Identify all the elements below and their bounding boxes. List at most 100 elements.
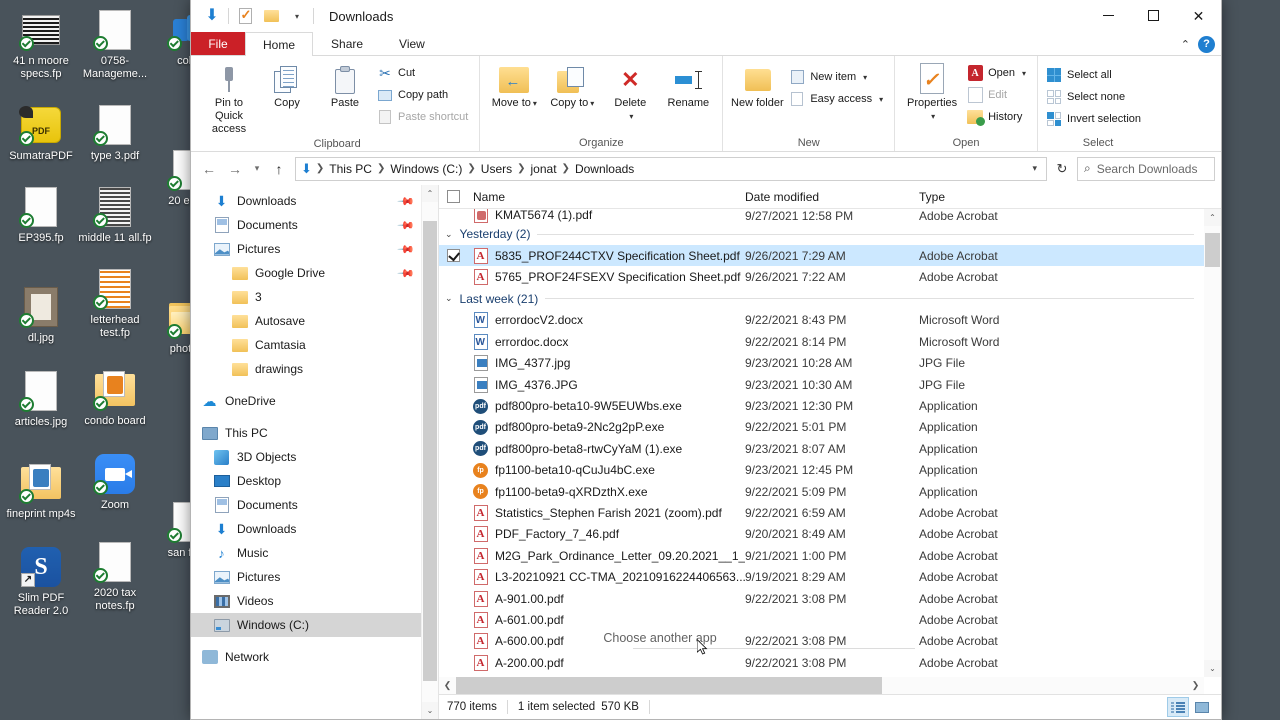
new-folder-button[interactable]: New folder: [729, 60, 785, 110]
search-input[interactable]: ⌕ Search Downloads: [1077, 157, 1215, 181]
breadcrumb-this-pc[interactable]: This PC: [326, 162, 375, 176]
desktop-icon[interactable]: fineprint mp4s: [4, 461, 78, 521]
file-list-scrollbar[interactable]: ⌃ ⌄: [1204, 209, 1221, 677]
sidebar-item-this-pc[interactable]: This PC: [191, 421, 421, 445]
column-header-date[interactable]: Date modified: [745, 190, 919, 204]
chevron-down-icon[interactable]: ⌄: [445, 229, 453, 240]
desktop-icon[interactable]: letterhead test.fp: [78, 267, 152, 340]
sidebar-item-3d-objects[interactable]: 3D Objects: [191, 445, 421, 469]
pin-to-quick-access-button[interactable]: Pin to Quick access: [201, 60, 257, 136]
new-folder-icon[interactable]: [258, 3, 284, 29]
table-row[interactable]: A-200.00.pdf 9/22/2021 3:08 PM Adobe Acr…: [439, 652, 1204, 673]
sidebar-item-videos[interactable]: Videos: [191, 589, 421, 613]
sidebar-item-windows-c[interactable]: Windows (C:): [191, 613, 421, 637]
select-all-button[interactable]: Select all: [1044, 64, 1146, 86]
table-row[interactable]: fp fp1100-beta10-qCuJu4bC.exe 9/23/2021 …: [439, 460, 1204, 481]
select-none-button[interactable]: Select none: [1044, 86, 1146, 108]
table-row[interactable]: pdf pdf800pro-beta10-9W5EUWbs.exe 9/23/2…: [439, 395, 1204, 416]
sidebar-item-documents[interactable]: Documents 📌: [191, 213, 421, 237]
table-row[interactable]: errordocV2.docx 9/22/2021 8:43 PM Micros…: [439, 310, 1204, 331]
breadcrumb-windows-c[interactable]: Windows (C:): [387, 162, 465, 176]
sidebar-item-drawings[interactable]: drawings: [191, 357, 421, 381]
sidebar-item-downloads-pc[interactable]: ⬇ Downloads: [191, 517, 421, 541]
column-header-type[interactable]: Type: [919, 190, 1221, 204]
scrollbar-thumb[interactable]: [456, 677, 882, 694]
sidebar-item-downloads[interactable]: ⬇ Downloads 📌: [191, 189, 421, 213]
tab-view[interactable]: View: [381, 32, 443, 55]
table-row[interactable]: errordoc.docx 9/22/2021 8:14 PM Microsof…: [439, 331, 1204, 352]
tab-home[interactable]: Home: [245, 32, 313, 56]
breadcrumb-users[interactable]: Users: [478, 162, 515, 176]
scroll-right-arrow[interactable]: ❯: [1187, 677, 1204, 694]
table-row[interactable]: M2G_Park_Ordinance_Letter_09.20.2021__1_…: [439, 545, 1204, 566]
edit-button[interactable]: Edit: [965, 84, 1031, 106]
desktop-icon[interactable]: 2020 tax notes.fp: [78, 540, 152, 613]
table-row[interactable]: PDF_Factory_7_46.pdf 9/20/2021 8:49 AM A…: [439, 524, 1204, 545]
desktop-icon[interactable]: SumatraPDF: [4, 103, 78, 163]
tab-file[interactable]: File: [191, 32, 245, 55]
desktop-icon[interactable]: type 3.pdf: [78, 103, 152, 163]
column-header-name[interactable]: Name: [473, 190, 745, 204]
scroll-up-arrow[interactable]: ⌃: [1204, 209, 1221, 226]
sidebar-item-pictures[interactable]: Pictures 📌: [191, 237, 421, 261]
navigation-scrollbar[interactable]: ⌃ ⌄: [421, 185, 438, 719]
sidebar-item-network[interactable]: Network: [191, 645, 421, 669]
up-arrow-icon[interactable]: ↑: [267, 157, 291, 181]
maximize-button[interactable]: [1131, 0, 1176, 31]
table-row[interactable]: pdf pdf800pro-beta8-rtwCyYaM (1).exe 9/2…: [439, 438, 1204, 459]
properties-button[interactable]: ✓ Properties▾: [901, 60, 963, 123]
table-row[interactable]: 5835_PROF244CTXV Specification Sheet.pdf…: [439, 245, 1204, 266]
copy-button[interactable]: Copy: [259, 60, 315, 110]
new-item-button[interactable]: New item ▾: [787, 66, 888, 88]
copy-to-button[interactable]: Copy to▾: [544, 60, 600, 110]
recent-caret-icon[interactable]: ▾: [249, 157, 265, 181]
scroll-left-arrow[interactable]: ❮: [439, 677, 456, 694]
paste-shortcut-button[interactable]: Paste shortcut: [375, 106, 473, 128]
desktop-icon[interactable]: condo board: [78, 368, 152, 428]
rename-button[interactable]: Rename: [660, 60, 716, 110]
desktop-icon[interactable]: 41 n moore specs.fp: [4, 8, 78, 81]
help-icon[interactable]: ?: [1198, 36, 1215, 53]
open-button[interactable]: A Open ▾: [965, 62, 1031, 84]
table-row[interactable]: KMAT5674 (1).pdf 9/27/2021 12:58 PM Adob…: [439, 209, 1204, 223]
scroll-down-arrow[interactable]: ⌄: [1204, 660, 1221, 677]
pin-icon[interactable]: 📌: [397, 216, 416, 235]
cut-button[interactable]: ✂ Cut: [375, 62, 473, 84]
file-list-hscrollbar[interactable]: ❮ ❯: [439, 677, 1204, 694]
group-header-yesterday[interactable]: ⌄ Yesterday (2): [439, 223, 1204, 245]
hscroll-track[interactable]: [456, 677, 1187, 694]
refresh-icon[interactable]: ↻: [1049, 157, 1075, 181]
scroll-down-arrow[interactable]: ⌄: [422, 702, 438, 719]
pin-icon[interactable]: 📌: [397, 192, 416, 211]
breadcrumb-downloads[interactable]: Downloads: [572, 162, 637, 176]
minimize-button[interactable]: [1086, 0, 1131, 31]
properties-check-icon[interactable]: ✓: [232, 3, 258, 29]
sidebar-item-onedrive[interactable]: ☁ OneDrive: [191, 389, 421, 413]
table-row[interactable]: IMG_4377.jpg 9/23/2021 10:28 AM JPG File: [439, 353, 1204, 374]
delete-button[interactable]: ✕ Delete▾: [602, 60, 658, 123]
sidebar-item-pictures-pc[interactable]: Pictures: [191, 565, 421, 589]
paste-button[interactable]: Paste: [317, 60, 373, 110]
easy-access-button[interactable]: Easy access ▾: [787, 88, 888, 110]
desktop-icon[interactable]: middle 11 all.fp: [78, 185, 152, 245]
invert-selection-button[interactable]: Invert selection: [1044, 108, 1146, 130]
close-button[interactable]: ✕: [1176, 0, 1221, 31]
table-row[interactable]: Statistics_Stephen Farish 2021 (zoom).pd…: [439, 502, 1204, 523]
sidebar-item-desktop[interactable]: Desktop: [191, 469, 421, 493]
desktop-icon[interactable]: EP395.fp: [4, 185, 78, 245]
chevron-down-icon[interactable]: ⌄: [445, 293, 453, 304]
sidebar-item-camtasia[interactable]: Camtasia: [191, 333, 421, 357]
address-field[interactable]: ⬇ ❯ This PC ❯ Windows (C:) ❯ Users ❯ jon…: [295, 157, 1047, 181]
large-icons-view-icon[interactable]: [1191, 697, 1213, 717]
table-row[interactable]: L3-20210921 CC-TMA_20210916224406563... …: [439, 566, 1204, 587]
tab-share[interactable]: Share: [313, 32, 381, 55]
row-checkbox[interactable]: [447, 249, 473, 262]
breadcrumb-jonat[interactable]: jonat: [528, 162, 560, 176]
table-row[interactable]: pdf pdf800pro-beta9-2Nc2g2pP.exe 9/22/20…: [439, 417, 1204, 438]
sidebar-item-autosave[interactable]: Autosave: [191, 309, 421, 333]
scroll-up-arrow[interactable]: ⌃: [422, 185, 438, 202]
pin-icon[interactable]: 📌: [397, 264, 416, 283]
desktop-icon[interactable]: articles.jpg: [4, 369, 78, 429]
move-to-button[interactable]: ← Move to▾: [486, 60, 542, 110]
back-arrow-icon[interactable]: ←: [197, 157, 221, 181]
